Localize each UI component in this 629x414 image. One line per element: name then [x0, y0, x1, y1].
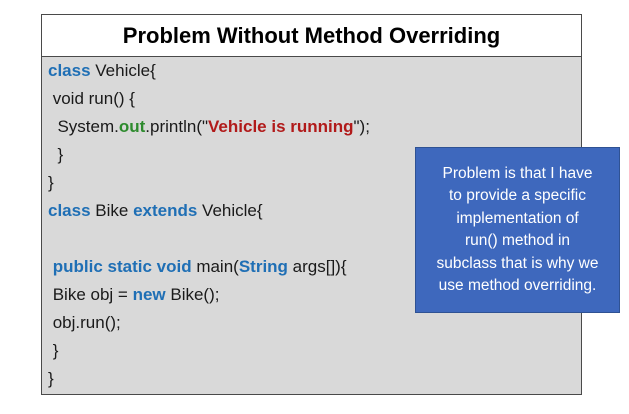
- code-line-12: }: [48, 365, 577, 393]
- callout-line: subclass that is why we: [436, 254, 599, 272]
- code-text: Bike();: [165, 285, 220, 304]
- code-text: Vehicle{: [90, 61, 156, 80]
- code-text: }: [48, 145, 64, 164]
- code-line-10: obj.run();: [48, 309, 577, 337]
- code-line-2: void run() {: [48, 85, 577, 113]
- code-text: void run() {: [48, 89, 135, 108]
- callout-line: Problem is that I have: [442, 164, 593, 182]
- code-text: .println(": [145, 117, 209, 136]
- code-line-3: System.out.println("Vehicle is running")…: [48, 113, 577, 141]
- keyword-modifiers: public static void: [52, 257, 192, 276]
- code-text: Bike: [90, 201, 134, 220]
- code-text: Vehicle{: [197, 201, 263, 220]
- code-text: ");: [353, 117, 370, 136]
- field-out: out: [118, 117, 146, 136]
- keyword-new: new: [132, 285, 166, 304]
- callout-line: to provide a specific: [449, 187, 586, 204]
- keyword-class: class: [48, 201, 91, 220]
- callout-line: run() method in: [464, 232, 571, 249]
- code-text: obj.run();: [48, 313, 121, 332]
- code-text: Bike obj =: [48, 285, 133, 304]
- code-text: args[]){: [287, 257, 347, 276]
- keyword-class: class: [48, 61, 91, 80]
- code-text: }: [48, 341, 59, 360]
- callout-line: implementation of: [456, 209, 579, 227]
- keyword-extends: extends: [133, 201, 198, 220]
- code-text: }: [48, 173, 54, 192]
- title-bar: Problem Without Method Overriding: [42, 15, 581, 57]
- keyword-string-type: String: [238, 257, 288, 276]
- slide-title: Problem Without Method Overriding: [122, 22, 501, 48]
- string-literal: Vehicle is running: [208, 117, 354, 136]
- code-text: main(: [191, 257, 239, 276]
- callout-box: Problem is that I have to provide a spec…: [415, 147, 620, 313]
- callout-text: Problem is that I have to provide a spec…: [433, 163, 603, 298]
- code-line-11: }: [48, 337, 577, 365]
- code-text: System.: [48, 117, 119, 136]
- callout-line: use method overriding.: [438, 277, 597, 294]
- code-line-1: class Vehicle{: [48, 57, 577, 85]
- code-text: }: [48, 369, 54, 388]
